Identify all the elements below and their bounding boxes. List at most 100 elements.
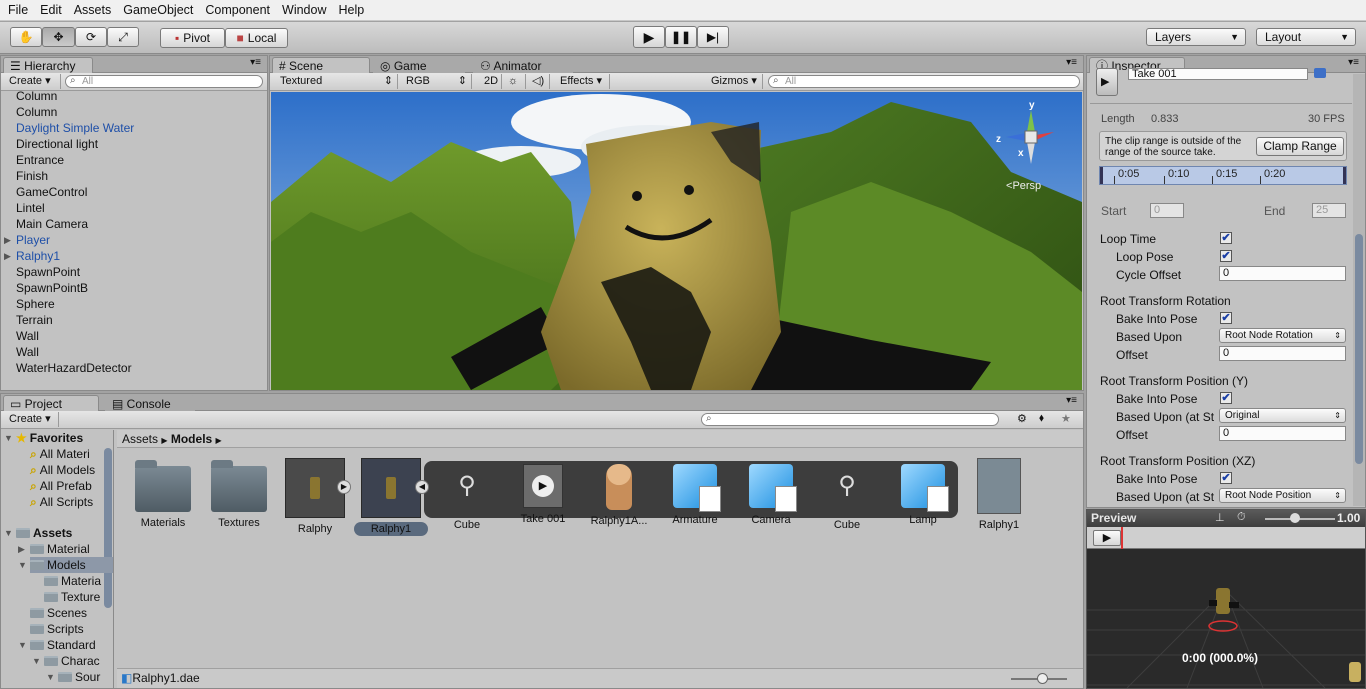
- toggle-2d-button[interactable]: 2D: [480, 74, 502, 89]
- breadcrumb-assets[interactable]: Assets: [122, 432, 158, 446]
- rotate-tool-button[interactable]: ⟳: [75, 27, 107, 47]
- collapse-icon[interactable]: ◀: [415, 480, 429, 494]
- asset-item[interactable]: Materials: [125, 458, 201, 529]
- loop-pose-checkbox[interactable]: ✔: [1220, 250, 1232, 262]
- scene-gizmo[interactable]: y z x <Persp: [996, 100, 1076, 192]
- posy-bake-checkbox[interactable]: ✔: [1220, 392, 1232, 404]
- playhead[interactable]: [1121, 527, 1123, 549]
- asset-item[interactable]: Camera: [733, 458, 809, 526]
- tab-animator[interactable]: ⚇ Animator: [473, 57, 573, 73]
- hierarchy-item[interactable]: Wall: [16, 328, 39, 344]
- assets-root[interactable]: Assets: [16, 525, 72, 541]
- preview-timeline[interactable]: ▶: [1087, 527, 1365, 549]
- render-mode-dropdown[interactable]: Textured ⇕: [276, 74, 398, 89]
- preview-play-button[interactable]: ▶: [1093, 530, 1121, 546]
- menu-gameobject[interactable]: GameObject: [117, 0, 199, 21]
- hierarchy-item[interactable]: Lintel: [16, 200, 45, 216]
- asset-item[interactable]: ⚲ Cube: [429, 458, 505, 531]
- rot-offset-field[interactable]: 0: [1219, 346, 1346, 361]
- panel-menu-icon[interactable]: ▾≡: [1348, 57, 1359, 68]
- end-field[interactable]: 25: [1312, 203, 1346, 218]
- chevron-right-icon[interactable]: ▶: [18, 544, 25, 555]
- panel-menu-icon[interactable]: ▾≡: [1066, 57, 1077, 68]
- timeline-end-marker[interactable]: [1343, 167, 1346, 184]
- tab-hierarchy[interactable]: ☰ Hierarchy: [3, 57, 93, 73]
- hierarchy-item[interactable]: SpawnPointB: [16, 280, 88, 296]
- chevron-down-icon[interactable]: ▼: [18, 560, 27, 570]
- hierarchy-item[interactable]: Wall: [16, 344, 39, 360]
- expand-icon[interactable]: ▶: [337, 480, 351, 494]
- pivot-view-icon[interactable]: ⊥: [1215, 511, 1225, 524]
- tab-project[interactable]: ▭ Project: [3, 395, 99, 411]
- panel-menu-icon[interactable]: ▾≡: [1066, 395, 1077, 406]
- avatar-icon[interactable]: [1349, 662, 1361, 682]
- star-icon[interactable]: ★: [1061, 412, 1071, 425]
- tree-scrollbar[interactable]: [104, 448, 112, 608]
- scrollbar-thumb[interactable]: [1355, 234, 1363, 464]
- chevron-down-icon[interactable]: ▼: [32, 656, 41, 666]
- chevron-down-icon[interactable]: ▼: [46, 672, 55, 682]
- layout-dropdown[interactable]: Layout ▼: [1256, 28, 1356, 46]
- posxz-based-dropdown[interactable]: Root Node Position ⇕: [1219, 488, 1346, 503]
- book-icon[interactable]: [1314, 68, 1326, 78]
- hierarchy-item[interactable]: GameControl: [16, 184, 87, 200]
- move-tool-button[interactable]: ✥: [42, 27, 75, 47]
- lighting-toggle[interactable]: ☼: [504, 74, 526, 89]
- menu-assets[interactable]: Assets: [68, 0, 118, 21]
- expand-arrow-icon[interactable]: ▶: [4, 251, 11, 262]
- hierarchy-item[interactable]: Daylight Simple Water: [16, 120, 134, 136]
- asset-item[interactable]: Ralphy1 ◀: [353, 458, 429, 535]
- hierarchy-item[interactable]: Entrance: [16, 152, 64, 168]
- hierarchy-item[interactable]: Directional light: [16, 136, 98, 152]
- favorite-item[interactable]: ⌕ All Models: [30, 462, 95, 478]
- local-button[interactable]: ■ Local: [225, 28, 288, 48]
- hierarchy-item[interactable]: Player: [16, 232, 50, 248]
- hierarchy-item[interactable]: Main Camera: [16, 216, 88, 232]
- tree-folder[interactable]: Texture: [44, 589, 100, 605]
- audio-toggle[interactable]: ◁): [528, 74, 550, 89]
- hand-tool-button[interactable]: ✋: [10, 27, 42, 47]
- tree-folder[interactable]: Scenes: [30, 605, 87, 621]
- favorite-item[interactable]: ⌕ All Materi: [30, 446, 90, 462]
- rot-bake-checkbox[interactable]: ✔: [1220, 312, 1232, 324]
- posy-offset-field[interactable]: 0: [1219, 426, 1346, 441]
- favorite-item[interactable]: ⌕ All Prefab: [30, 478, 92, 494]
- speed-slider-thumb[interactable]: [1290, 513, 1300, 523]
- scene-viewport[interactable]: y z x <Persp: [271, 92, 1082, 390]
- tag-icon[interactable]: ⬧: [1039, 412, 1044, 425]
- loop-time-checkbox[interactable]: ✔: [1220, 232, 1232, 244]
- filter-type-icon[interactable]: ⚙: [1017, 412, 1027, 425]
- color-mode-dropdown[interactable]: RGB ⇕: [402, 74, 472, 89]
- favorites-header[interactable]: ★ Favorites: [16, 430, 83, 446]
- project-create-button[interactable]: Create ▾: [5, 412, 59, 427]
- pause-button[interactable]: ❚❚: [665, 26, 697, 48]
- speed-slider[interactable]: [1265, 518, 1335, 520]
- tree-folder[interactable]: Models: [30, 557, 113, 573]
- project-search-input[interactable]: ⌕: [701, 413, 999, 426]
- scene-search-input[interactable]: ⌕ All: [768, 75, 1080, 88]
- posy-based-dropdown[interactable]: Original ⇕: [1219, 408, 1346, 423]
- timeline-start-marker[interactable]: [1100, 167, 1103, 184]
- start-field[interactable]: 0: [1150, 203, 1184, 218]
- hierarchy-item[interactable]: Column: [16, 88, 57, 104]
- effects-dropdown[interactable]: Effects ▾: [556, 74, 610, 89]
- hierarchy-item[interactable]: WaterHazardDetector: [16, 360, 132, 376]
- slider-thumb[interactable]: [1037, 673, 1048, 684]
- pivot-button[interactable]: ▪ Pivot: [160, 28, 225, 48]
- hierarchy-item[interactable]: Ralphy1: [16, 248, 60, 264]
- inspector-scrollbar[interactable]: [1353, 74, 1365, 506]
- menu-window[interactable]: Window: [276, 0, 332, 21]
- step-button[interactable]: ▶|: [697, 26, 729, 48]
- chevron-down-icon[interactable]: ▼: [4, 433, 13, 443]
- asset-item[interactable]: Ralphy ▶: [277, 458, 353, 535]
- hierarchy-item[interactable]: SpawnPoint: [16, 264, 80, 280]
- menu-edit[interactable]: Edit: [34, 0, 68, 21]
- take-name-field[interactable]: Take 001: [1128, 68, 1308, 80]
- rot-based-dropdown[interactable]: Root Node Rotation ⇕: [1219, 328, 1346, 343]
- menu-component[interactable]: Component: [199, 0, 276, 21]
- menu-file[interactable]: File: [2, 0, 34, 21]
- tree-folder[interactable]: Material: [30, 541, 90, 557]
- tree-folder[interactable]: Scripts: [30, 621, 84, 637]
- expand-arrow-icon[interactable]: ▶: [4, 235, 11, 246]
- tab-console[interactable]: ▤ Console: [105, 395, 195, 411]
